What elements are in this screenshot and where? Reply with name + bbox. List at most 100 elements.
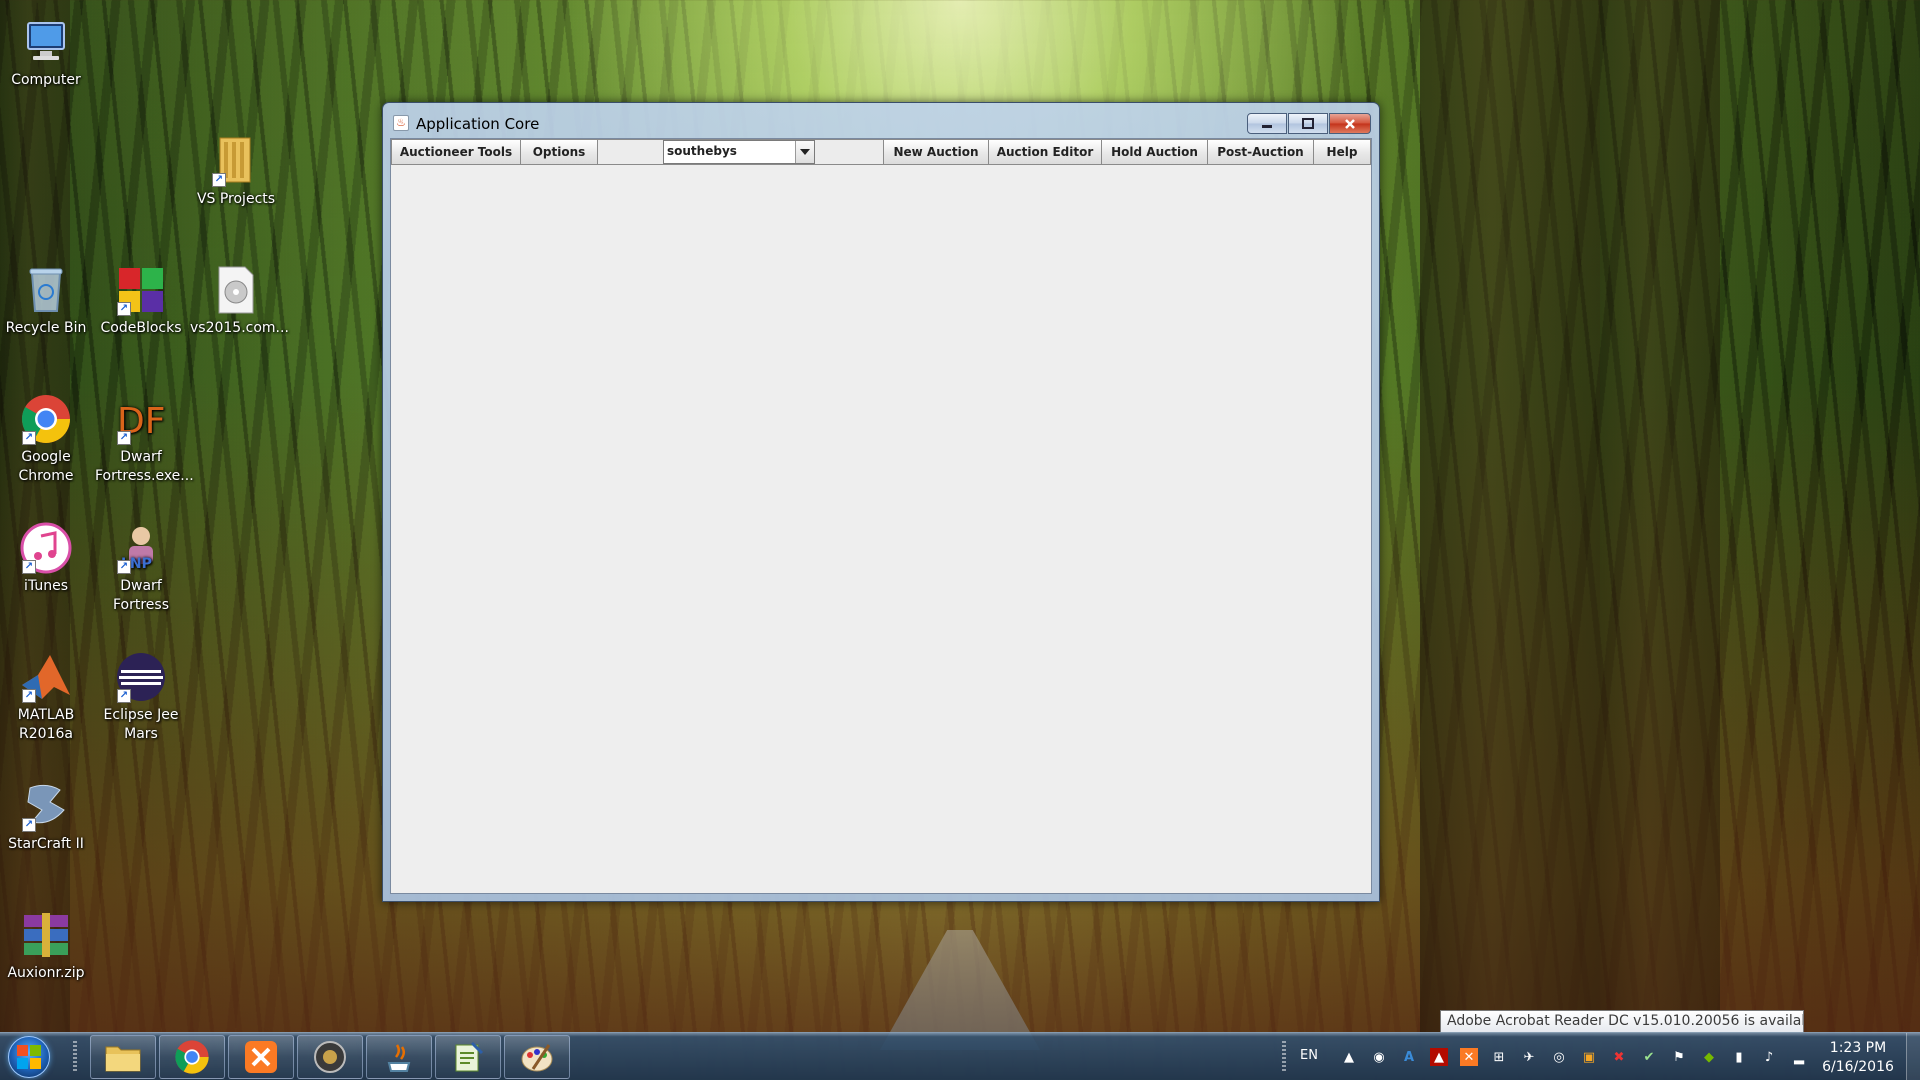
maximize-button[interactable] bbox=[1288, 113, 1328, 134]
tray-app-icon[interactable]: ▲ bbox=[1340, 1048, 1358, 1066]
tray-power-icon[interactable]: ▮ bbox=[1730, 1048, 1748, 1066]
desktop-icon-label: Google Chrome bbox=[18, 449, 74, 484]
tray-xampp-icon[interactable]: ✕ bbox=[1460, 1048, 1478, 1066]
tray-windows-icon[interactable]: ⊞ bbox=[1490, 1048, 1508, 1066]
desktop-icon-label: Computer bbox=[11, 72, 81, 88]
show-desktop-button[interactable] bbox=[1906, 1033, 1920, 1080]
tray-grip[interactable] bbox=[1282, 1041, 1286, 1073]
auction-editor-button[interactable]: Auction Editor bbox=[988, 139, 1102, 165]
chrome-icon bbox=[175, 1040, 209, 1074]
combobox-value: southebys bbox=[667, 144, 737, 158]
itunes-icon: ↗ bbox=[20, 522, 72, 574]
tray-update-icon[interactable]: ✈ bbox=[1520, 1048, 1538, 1066]
taskbar-paint[interactable] bbox=[504, 1035, 570, 1079]
language-indicator[interactable]: EN bbox=[1300, 1048, 1318, 1063]
shortcut-arrow-icon: ↗ bbox=[212, 173, 226, 187]
desktop-icon-eclipse[interactable]: ↗ Eclipse Jee Mars bbox=[95, 651, 187, 744]
desktop-icon-label: vs2015.com... bbox=[190, 320, 289, 336]
taskbar-java[interactable] bbox=[366, 1035, 432, 1079]
desktop-icon-dwarf-fortress[interactable]: LNP ↗ Dwarf Fortress bbox=[95, 522, 187, 615]
desktop-icon-computer[interactable]: Computer bbox=[0, 16, 92, 90]
starcraft-icon: ↗ bbox=[20, 780, 72, 832]
taskbar-clock[interactable]: 1:23 PM 6/16/2016 bbox=[1812, 1039, 1904, 1077]
taskbar-chrome[interactable] bbox=[159, 1035, 225, 1079]
start-button[interactable] bbox=[8, 1036, 50, 1078]
tray-signal-icon[interactable]: ▂ bbox=[1790, 1048, 1808, 1066]
taskbar-xampp[interactable] bbox=[228, 1035, 294, 1079]
minimize-icon bbox=[1262, 124, 1272, 128]
desktop-icon-label: Dwarf Fortress.exe... bbox=[95, 449, 194, 484]
tray-autodesk-icon[interactable]: A bbox=[1400, 1048, 1418, 1066]
disc-image-icon bbox=[210, 264, 262, 316]
tray-volume-icon[interactable]: ♪ bbox=[1760, 1048, 1778, 1066]
window-titlebar[interactable]: ♨ Application Core bbox=[383, 103, 1379, 137]
help-button[interactable]: Help bbox=[1313, 139, 1371, 165]
tray-nvidia-icon[interactable]: ◆ bbox=[1700, 1048, 1718, 1066]
close-icon bbox=[1345, 118, 1355, 129]
tray-safely-remove-icon[interactable]: ✔ bbox=[1640, 1048, 1658, 1066]
desktop-icon-google-chrome[interactable]: ↗ Google Chrome bbox=[0, 393, 92, 486]
lnp-icon: LNP ↗ bbox=[115, 522, 167, 574]
taskbar-grip[interactable] bbox=[73, 1041, 77, 1073]
recycle-bin-icon bbox=[20, 264, 72, 316]
shortcut-arrow-icon: ↗ bbox=[117, 560, 131, 574]
chrome-icon: ↗ bbox=[20, 393, 72, 445]
new-auction-button[interactable]: New Auction bbox=[883, 139, 989, 165]
desktop-icon-label: StarCraft II bbox=[8, 836, 84, 852]
tray-dropbox-icon[interactable]: ▣ bbox=[1580, 1048, 1598, 1066]
update-notification-tooltip: Adobe Acrobat Reader DC v15.010.20056 is… bbox=[1440, 1010, 1804, 1033]
taskbar: EN ▲ ◉ A ▲ ✕ ⊞ ✈ ◎ ▣ ✖ ✔ ⚑ ◆ ▮ ♪ ▂ 1:23 … bbox=[0, 1032, 1920, 1080]
desktop-icon-auxionr-zip[interactable]: Auxionr.zip bbox=[0, 909, 92, 983]
desktop-icon-recycle-bin[interactable]: Recycle Bin bbox=[0, 264, 92, 338]
tray-steam-icon[interactable]: ◎ bbox=[1550, 1048, 1568, 1066]
menu-bar: Auctioneer Tools Options New Auction Auc… bbox=[391, 139, 1371, 165]
shortcut-arrow-icon: ↗ bbox=[117, 689, 131, 703]
desktop-icon-label: Eclipse Jee Mars bbox=[103, 707, 179, 742]
windows-logo-icon bbox=[17, 1045, 41, 1069]
auctioneer-tools-button[interactable]: Auctioneer Tools bbox=[391, 139, 521, 165]
desktop-icon-starcraft[interactable]: ↗ StarCraft II bbox=[0, 780, 92, 854]
desktop-icon-label: VS Projects bbox=[196, 191, 276, 207]
desktop-icon-label: Auxionr.zip bbox=[7, 965, 85, 981]
shortcut-arrow-icon: ↗ bbox=[22, 689, 36, 703]
tray-action-center-flag-icon[interactable]: ⚑ bbox=[1670, 1048, 1688, 1066]
tray-acrobat-icon[interactable]: ▲ bbox=[1430, 1048, 1448, 1066]
taskbar-steam-gear[interactable] bbox=[297, 1035, 363, 1079]
desktop-icon-label: MATLAB R2016a bbox=[17, 707, 75, 742]
eclipse-icon: ↗ bbox=[115, 651, 167, 703]
matlab-icon: ↗ bbox=[20, 651, 72, 703]
desktop-icon-vs-projects[interactable]: ↗ VS Projects bbox=[190, 135, 282, 209]
xampp-icon bbox=[245, 1041, 277, 1073]
folder-icon: ↗ bbox=[210, 135, 262, 187]
tray-antivirus-icon[interactable]: ✖ bbox=[1610, 1048, 1628, 1066]
desktop-icon-dwarf-fortress-exe[interactable]: DF ↗ Dwarf Fortress.exe... bbox=[95, 393, 194, 486]
close-button[interactable] bbox=[1329, 113, 1371, 134]
desktop-icon-label: Dwarf Fortress bbox=[112, 578, 169, 613]
clock-date: 6/16/2016 bbox=[1822, 1059, 1894, 1075]
taskbar-notepad[interactable] bbox=[435, 1035, 501, 1079]
desktop-icon-itunes[interactable]: ↗ iTunes bbox=[0, 522, 92, 596]
application-window: ♨ Application Core Auctioneer Tools Opti… bbox=[382, 102, 1380, 902]
clock-time: 1:23 PM bbox=[1829, 1040, 1887, 1056]
window-title: Application Core bbox=[416, 115, 540, 133]
paint-icon bbox=[521, 1044, 553, 1072]
auction-house-combobox[interactable]: southebys bbox=[663, 140, 815, 164]
hold-auction-button[interactable]: Hold Auction bbox=[1101, 139, 1208, 165]
dropdown-arrow-button[interactable] bbox=[795, 141, 814, 163]
df-icon: DF ↗ bbox=[115, 393, 167, 445]
desktop-icon-matlab[interactable]: ↗ MATLAB R2016a bbox=[0, 651, 92, 744]
desktop-icon-codeblocks[interactable]: ↗ CodeBlocks bbox=[95, 264, 187, 338]
window-client-area: Auctioneer Tools Options New Auction Auc… bbox=[390, 138, 1372, 894]
file-explorer-icon bbox=[105, 1046, 141, 1072]
shortcut-arrow-icon: ↗ bbox=[22, 431, 36, 445]
options-button[interactable]: Options bbox=[520, 139, 598, 165]
post-auction-button[interactable]: Post-Auction bbox=[1207, 139, 1314, 165]
shortcut-arrow-icon: ↗ bbox=[22, 560, 36, 574]
shortcut-arrow-icon: ↗ bbox=[22, 818, 36, 832]
taskbar-file-explorer[interactable] bbox=[90, 1035, 156, 1079]
tray-network-drive-icon[interactable]: ◉ bbox=[1370, 1048, 1388, 1066]
minimize-button[interactable] bbox=[1247, 113, 1287, 134]
java-app-icon: ♨ bbox=[393, 115, 409, 131]
desktop-icon-label: CodeBlocks bbox=[100, 320, 182, 336]
desktop-icon-vs2015[interactable]: vs2015.com... bbox=[190, 264, 289, 338]
